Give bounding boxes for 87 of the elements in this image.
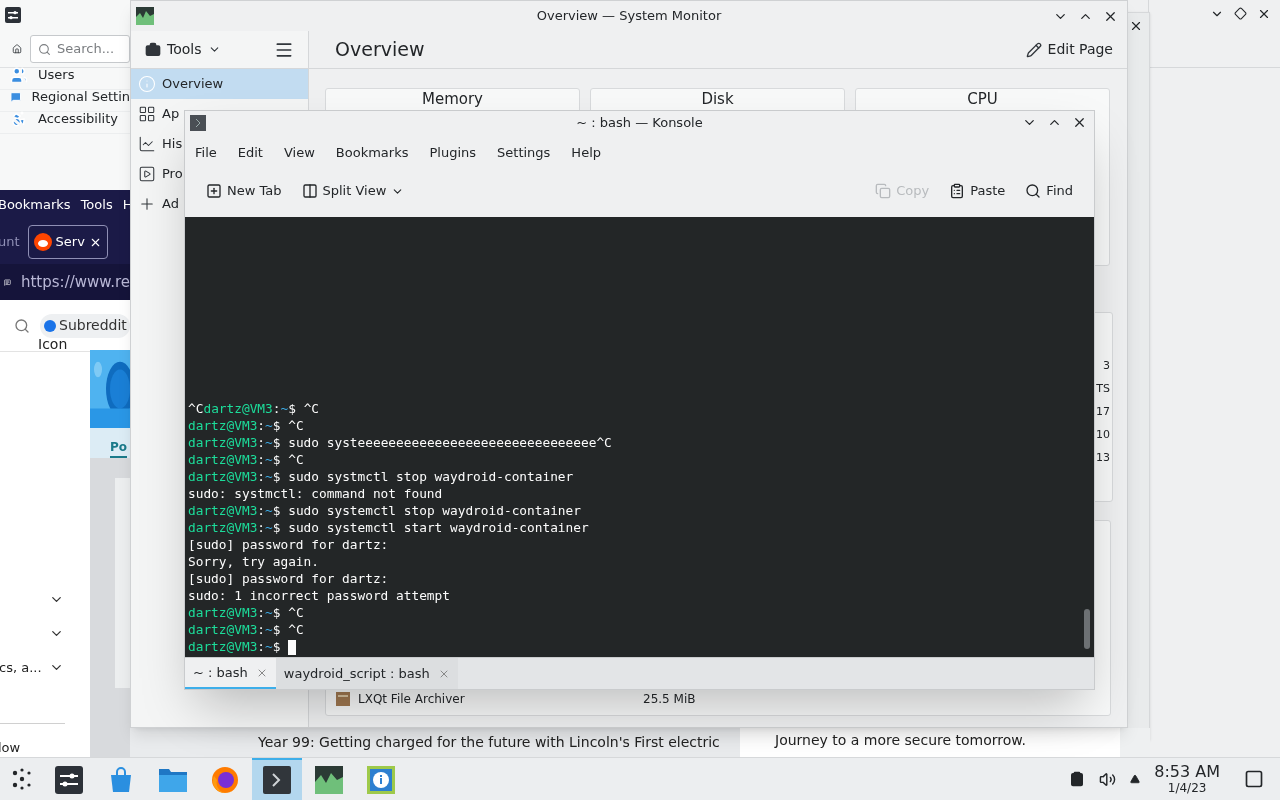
terminal-tab[interactable]: ~ : bash [185,658,276,689]
find-icon [1025,183,1042,200]
toolbox-icon [145,41,161,58]
scrollbar[interactable] [1084,609,1090,650]
find-button[interactable]: Find [1020,181,1078,201]
page-title: Overview [335,37,425,63]
terminal-prompt-line: dartz@VM3:~$ ^C [188,604,304,622]
history-icon [138,135,156,153]
subreddit-icon [44,319,56,332]
icon-caption: Icon [38,335,68,352]
terminal-prompt-line: dartz@VM3:~$ ^C [188,621,304,639]
volume-icon[interactable] [1099,770,1117,788]
menu-item[interactable]: Settings [497,142,551,163]
show-desktop-icon[interactable] [1244,769,1264,789]
new-tab-button[interactable]: New Tab [201,181,287,201]
menu-item[interactable]: Bookmarks [335,142,409,163]
process-row[interactable]: LXQt File Archiver 25.5 MiB [326,687,1110,711]
terminal-output-line: [sudo] password for dartz: [188,536,389,554]
sidebar-item[interactable]: His [131,129,184,159]
sidebar-item[interactable]: Pro [131,159,184,189]
new-tab-icon [206,183,222,200]
settings-app-icon [5,7,21,23]
table-cell-text: 10 [1096,427,1110,443]
terminal-output-line: [sudo] password for dartz: [188,570,389,588]
menu-item[interactable]: Help [571,142,601,163]
archive-icon [336,692,350,706]
close-button[interactable] [1129,19,1143,33]
terminal-prompt-line: dartz@VM3:~$ sudo systemctl start waydroid-container [188,519,589,537]
terminal-prompt-line: dartz@VM3:~$ sudo systeeeeeeeeeeeeeeeeeeeeeeeeeeeeeee^C [188,434,612,452]
terminal-prompt-line: dartz@VM3:~$ [188,638,297,656]
expandable-row[interactable]: cs, a... [0,650,90,685]
menu-item[interactable]: Plugins [429,142,477,163]
table-cell-text: 3 [1103,358,1110,374]
terminal-output-line: sudo: systmctl: command not found [188,485,443,503]
overview-icon [138,75,156,93]
table-cell-text: 13 [1096,450,1110,466]
search-field[interactable]: Search... [30,34,130,63]
expand-tray-icon[interactable] [1130,774,1141,784]
table-cell-text: 17 [1096,404,1110,420]
monitor-app-icon [136,7,154,25]
split-view-button[interactable]: Split View [296,181,410,201]
paste-icon [949,183,966,200]
menu-item[interactable]: Tools [80,195,113,215]
terminal-prompt-line: dartz@VM3:~$ sudo systemctl stop waydroid-container [188,502,581,520]
search-field[interactable]: Subreddit [40,313,130,338]
browser-tab[interactable]: Serv [27,225,108,259]
terminal-prompt-line: dartz@VM3:~$ sudo systmctl stop waydroid-container [188,468,574,486]
sidebar-item[interactable]: Overview [131,69,308,99]
clock[interactable]: 8:53 AM 1/4/23 [1154,764,1220,794]
accessibility-icon [10,109,28,128]
users-icon [10,65,28,84]
menu-item[interactable]: Bookmarks [0,195,71,215]
terminal-output-line: sudo: 1 incorrect password attempt [188,587,450,605]
tools-button[interactable]: Tools [145,39,221,60]
window-title: Overview — System Monitor [535,7,723,26]
terminal-prompt-line: dartz@VM3:~$ ^C [188,417,304,435]
url-bar[interactable]: https://www.re [0,264,130,300]
terminal-output-line: Sorry, try again. [188,553,319,571]
close-button[interactable] [1257,7,1271,21]
menu-item[interactable]: View [283,142,315,163]
menu-item[interactable]: File [195,142,217,163]
terminal-prompt-line: dartz@VM3:~$ ^C [188,451,304,469]
sidebar-item[interactable]: Ad [131,189,180,219]
terminal-app-icon [190,114,206,131]
sidebar-item[interactable]: Ap [131,99,181,129]
edit-page-button[interactable]: Edit Page [1025,39,1113,60]
float-button[interactable] [1234,7,1247,20]
table-cell-text: TS [1096,381,1110,397]
reddit-icon [33,233,52,251]
add-icon [138,195,156,213]
applications-icon [138,105,156,123]
search-icon [38,42,51,56]
footer-text: low [0,738,22,757]
processes-icon [138,165,156,183]
menu-item[interactable]: Edit [237,142,263,163]
window-title: ~ : bash — Konsole [575,114,704,133]
card-title: Disk [701,90,734,108]
terminal-tab[interactable]: waydroid_script : bash [275,658,458,689]
copy-icon [875,183,892,200]
terminal-prompt-line: ^Cdartz@VM3:~$ ^C [188,400,320,418]
split-view-icon [301,183,318,200]
terminal-taskbar-icon[interactable] [252,757,302,800]
pencil-icon [1025,41,1042,58]
card-title: Memory [422,90,483,108]
clipboard-icon[interactable] [1069,771,1086,787]
card-title: CPU [967,90,998,108]
paste-button[interactable]: Paste [944,181,1011,201]
